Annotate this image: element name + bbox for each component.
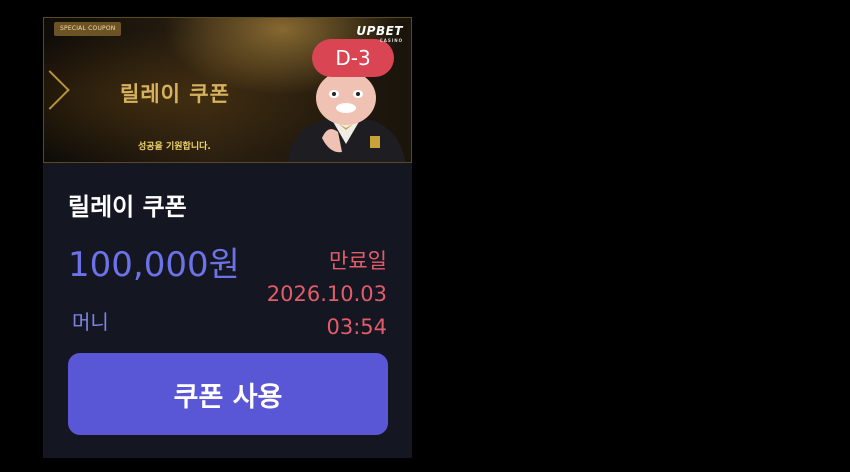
banner-subtitle: 성공을 기원합니다. — [138, 142, 211, 152]
expiry-label: 만료일 — [329, 249, 387, 273]
use-coupon-button[interactable]: 쿠폰 사용 — [68, 353, 388, 435]
coupon-card: SPECIAL COUPON 릴레이 쿠폰 성공을 기원합니다. D-3 UPB… — [43, 17, 412, 458]
d-day-badge: D-3 — [312, 39, 394, 77]
upbet-logo: UPBET CASINO — [356, 24, 403, 43]
coupon-type: 머니 — [72, 310, 109, 334]
special-coupon-tag: SPECIAL COUPON — [54, 22, 122, 36]
chevron-right-icon — [44, 70, 70, 110]
banner-title: 릴레이 쿠폰 — [120, 82, 230, 106]
expiry-info: 만료일 2026.10.03 03:54 — [267, 245, 387, 344]
expiry-date: 2026.10.03 — [266, 282, 387, 306]
coupon-banner: SPECIAL COUPON 릴레이 쿠폰 성공을 기원합니다. D-3 UPB… — [43, 17, 412, 163]
coupon-amount: 100,000원 — [68, 245, 240, 285]
coupon-title: 릴레이 쿠폰 — [68, 193, 187, 221]
expiry-time: 03:54 — [326, 315, 387, 339]
